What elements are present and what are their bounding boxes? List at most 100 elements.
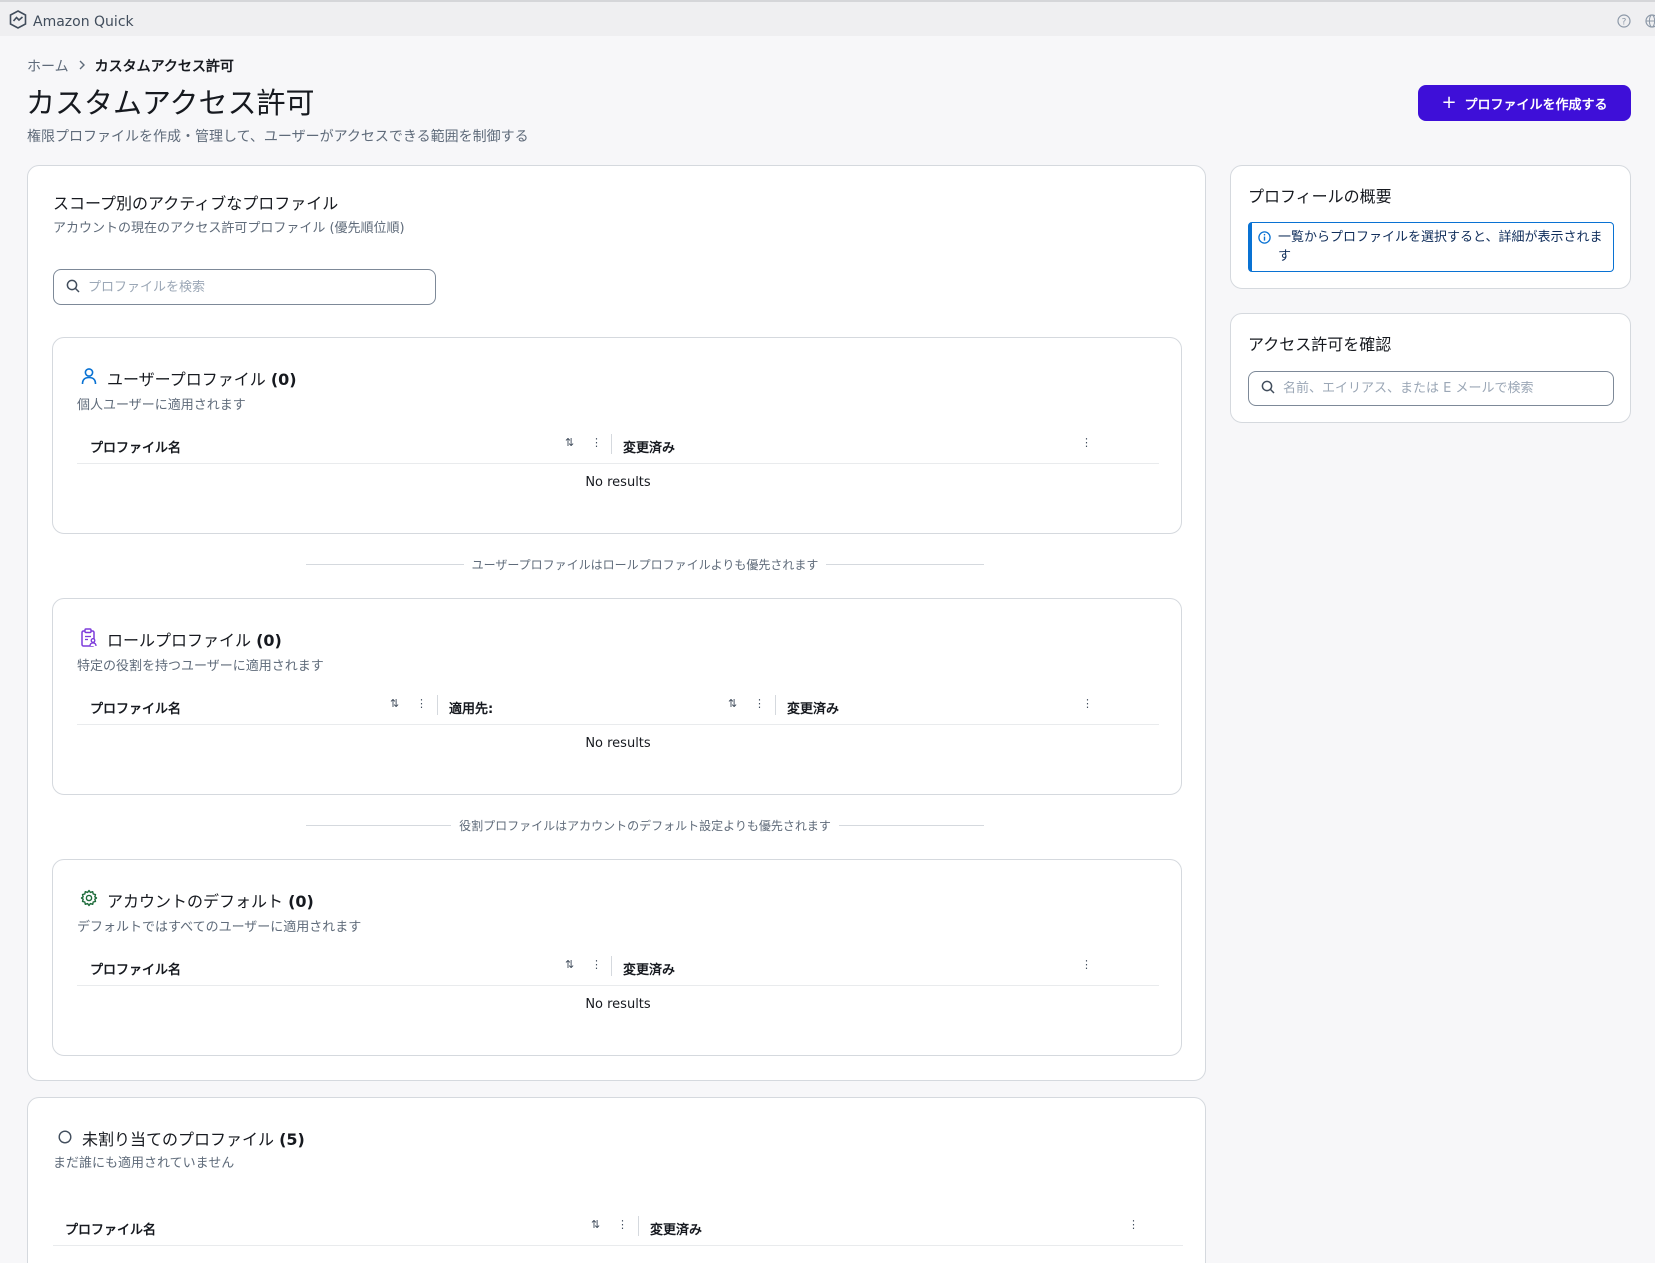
check-access-search-input[interactable] (1283, 381, 1613, 396)
active-profiles-panel: スコープ別のアクティブなプロファイル アカウントの現在のアクセス許可プロファイル… (27, 165, 1206, 1081)
create-profile-button[interactable]: + プロファイルを作成する (1418, 85, 1631, 121)
column-menu-icon[interactable]: ⋮ (1128, 1218, 1139, 1231)
user-profiles-table: プロファイル名 ⇅ ⋮ 変更済み ⋮ No results (77, 426, 1159, 490)
column-menu-icon[interactable]: ⋮ (1082, 697, 1093, 710)
breadcrumb: ホーム カスタムアクセス許可 (27, 56, 234, 76)
role-profiles-table: プロファイル名 ⇅ ⋮ 適用先: ⇅ ⋮ 変更済み ⋮ No results (77, 687, 1159, 751)
column-menu-icon[interactable]: ⋮ (591, 958, 602, 971)
role-profiles-title-text: ロールプロファイル (107, 631, 252, 650)
column-resize-handle[interactable] (611, 956, 612, 976)
page-subtitle: 権限プロファイルを作成・管理して、ユーザーがアクセスできる範囲を制御する (27, 129, 529, 145)
role-profiles-header: ロールプロファイル (0) (80, 627, 282, 651)
chevron-right-icon (78, 58, 86, 74)
active-profiles-description: アカウントの現在のアクセス許可プロファイル (優先順位順) (53, 221, 405, 236)
column-header-profile-name[interactable]: プロファイル名 (90, 437, 181, 456)
profile-search-input[interactable] (88, 279, 435, 295)
unassigned-header: 未割り当てのプロファイル (5) (58, 1126, 305, 1150)
table-header: プロファイル名 ⇅ ⋮ 変更済み ⋮ (53, 1208, 1183, 1246)
role-profiles-count: (0) (256, 631, 282, 650)
empty-state: No results (585, 736, 651, 751)
breadcrumb-current: カスタムアクセス許可 (94, 59, 234, 75)
account-default-description: デフォルトではすべてのユーザーに適用されます (77, 920, 362, 935)
user-profiles-header: ユーザープロファイル (0) (80, 366, 297, 390)
column-resize-handle[interactable] (437, 695, 438, 715)
unassigned-table: プロファイル名 ⇅ ⋮ 変更済み ⋮ (53, 1208, 1183, 1246)
check-access-title: アクセス許可を確認 (1248, 335, 1392, 354)
column-resize-handle[interactable] (775, 695, 776, 715)
active-profiles-title: スコープ別のアクティブなプロファイル (53, 194, 339, 213)
profile-search-box[interactable] (53, 269, 436, 305)
divider (306, 564, 464, 565)
column-menu-icon[interactable]: ⋮ (416, 697, 427, 710)
profile-overview-title: プロフィールの概要 (1248, 187, 1392, 206)
column-header-profile-name[interactable]: プロファイル名 (65, 1219, 156, 1238)
column-menu-icon[interactable]: ⋮ (1081, 958, 1092, 971)
column-menu-icon[interactable]: ⋮ (754, 697, 765, 710)
plus-icon: + (1441, 92, 1457, 113)
user-profiles-section: ユーザープロファイル (0) 個人ユーザーに適用されます プロファイル名 ⇅ ⋮… (52, 337, 1182, 534)
account-default-title-text: アカウントのデフォルト (107, 892, 284, 911)
unassigned-description: まだ誰にも適用されていません (53, 1156, 235, 1171)
sort-icon[interactable]: ⇅ (390, 697, 399, 710)
role-profiles-description: 特定の役割を持つユーザーに適用されます (77, 659, 324, 674)
column-resize-handle[interactable] (638, 1216, 639, 1236)
column-resize-handle[interactable] (611, 434, 612, 454)
user-profiles-title: ユーザープロファイル (0) (107, 366, 297, 390)
priority-note-user-over-role: ユーザープロファイルはロールプロファイルよりも優先されます (306, 556, 984, 573)
user-icon (80, 367, 98, 389)
column-menu-icon[interactable]: ⋮ (1081, 436, 1092, 449)
divider (826, 564, 984, 565)
user-profiles-title-text: ユーザープロファイル (107, 370, 266, 389)
search-icon (66, 278, 80, 297)
breadcrumb-home-link[interactable]: ホーム (27, 56, 69, 76)
column-header-modified[interactable]: 変更済み (623, 959, 675, 978)
priority-note-text: 役割プロファイルはアカウントのデフォルト設定よりも優先されます (459, 819, 831, 833)
column-header-modified[interactable]: 変更済み (787, 698, 839, 717)
sort-icon[interactable]: ⇅ (728, 697, 737, 710)
divider (306, 825, 452, 826)
create-profile-label: プロファイルを作成する (1464, 97, 1608, 113)
account-default-table: プロファイル名 ⇅ ⋮ 変更済み ⋮ No results (77, 948, 1159, 1012)
check-access-panel: アクセス許可を確認 (1230, 313, 1631, 423)
app-brand[interactable]: Amazon Quick (9, 10, 134, 33)
page-title: カスタムアクセス許可 (26, 86, 315, 120)
empty-state: No results (585, 997, 651, 1012)
gear-icon (80, 889, 98, 911)
table-header: プロファイル名 ⇅ ⋮ 変更済み ⋮ (77, 426, 1159, 464)
circle-icon (58, 1129, 72, 1148)
check-access-search-box[interactable] (1248, 371, 1614, 406)
help-icon[interactable]: ? (1617, 13, 1631, 32)
svg-text:?: ? (1622, 18, 1627, 28)
column-menu-icon[interactable]: ⋮ (591, 436, 602, 449)
unassigned-title: 未割り当てのプロファイル (5) (82, 1126, 305, 1150)
column-header-profile-name[interactable]: プロファイル名 (90, 959, 181, 978)
column-header-modified[interactable]: 変更済み (623, 437, 675, 456)
account-default-count: (0) (288, 892, 314, 911)
info-alert: 一覧からプロファイルを選択すると、詳細が表示されます (1248, 222, 1614, 272)
sort-icon[interactable]: ⇅ (565, 958, 574, 971)
sort-icon[interactable]: ⇅ (565, 436, 574, 449)
column-header-profile-name[interactable]: プロファイル名 (90, 698, 181, 717)
info-alert-text: 一覧からプロファイルを選択すると、詳細が表示されます (1278, 230, 1603, 264)
user-profiles-description: 個人ユーザーに適用されます (77, 398, 246, 413)
app-logo-icon (9, 10, 27, 33)
user-profiles-count: (0) (270, 370, 297, 389)
account-default-header: アカウントのデフォルト (0) (80, 888, 314, 912)
search-icon (1261, 379, 1275, 398)
unassigned-profiles-panel: 未割り当てのプロファイル (5) まだ誰にも適用されていません プロファイル名 … (27, 1097, 1206, 1263)
info-icon (1258, 231, 1271, 250)
role-profiles-section: ロールプロファイル (0) 特定の役割を持つユーザーに適用されます プロファイル… (52, 598, 1182, 795)
empty-state: No results (585, 475, 651, 490)
sort-icon[interactable]: ⇅ (591, 1218, 600, 1231)
column-header-applies-to[interactable]: 適用先: (449, 698, 493, 717)
app-title: Amazon Quick (33, 13, 134, 30)
clipboard-user-icon (80, 627, 98, 651)
column-header-modified[interactable]: 変更済み (650, 1219, 702, 1238)
divider (838, 825, 985, 826)
account-default-title: アカウントのデフォルト (0) (107, 888, 314, 912)
profile-overview-panel: プロフィールの概要 一覧からプロファイルを選択すると、詳細が表示されます (1230, 165, 1631, 289)
column-menu-icon[interactable]: ⋮ (617, 1218, 628, 1231)
account-default-section: アカウントのデフォルト (0) デフォルトではすべてのユーザーに適用されます プ… (52, 859, 1182, 1056)
table-header: プロファイル名 ⇅ ⋮ 変更済み ⋮ (77, 948, 1159, 986)
globe-icon[interactable] (1645, 13, 1655, 32)
